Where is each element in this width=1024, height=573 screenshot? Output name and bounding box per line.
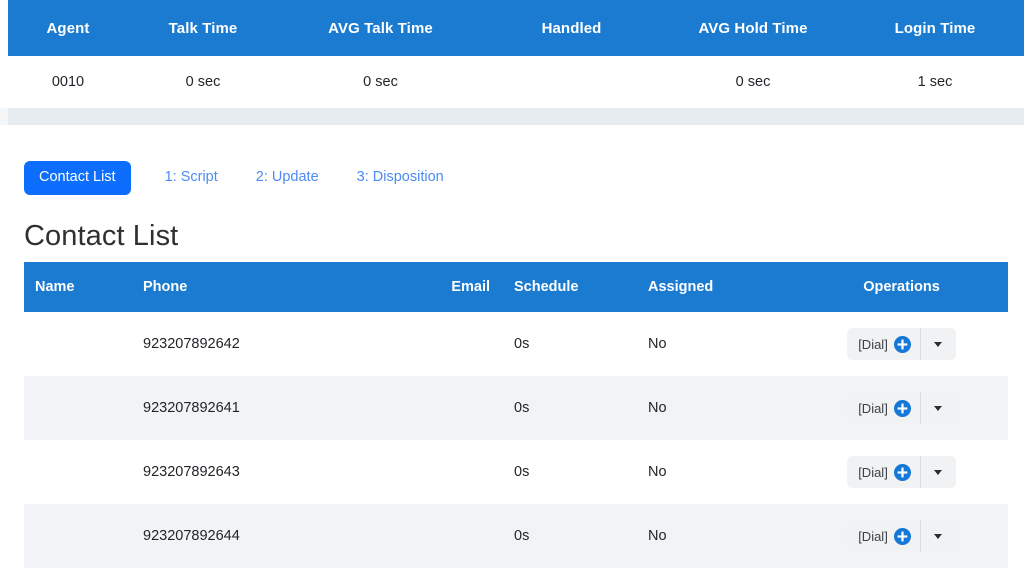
chevron-down-icon (934, 469, 943, 475)
tab-script[interactable]: 1: Script (165, 161, 218, 195)
contact-cell-schedule: 0s (490, 312, 625, 376)
dial-button-label: [Dial] (858, 528, 888, 544)
agent-stats-row: 0010 0 sec 0 sec 0 sec 1 sec (8, 56, 1024, 108)
table-row[interactable]: 923207892641 0s No [Dial] (24, 376, 1008, 440)
operations-button-group: [Dial] (847, 456, 956, 488)
contact-cell-email (426, 312, 490, 376)
circle-plus-icon (893, 335, 911, 353)
dial-button-label: [Dial] (858, 336, 888, 352)
contact-cell-phone: 923207892641 (126, 376, 426, 440)
contact-cell-operations: [Dial] (795, 376, 1008, 440)
table-row[interactable]: 923207892643 0s No [Dial] (24, 440, 1008, 504)
contact-cell-assigned: No (625, 504, 795, 568)
contact-list-header-row: Name Phone Email Schedule Assigned Opera… (24, 262, 1008, 312)
agent-cell-agent: 0010 (8, 56, 128, 108)
contact-cell-email (426, 376, 490, 440)
contact-cell-phone: 923207892644 (126, 504, 426, 568)
agent-stats-header-row: Agent Talk Time AVG Talk Time Handled AV… (8, 0, 1024, 56)
contact-cell-schedule: 0s (490, 376, 625, 440)
dial-options-dropdown-button[interactable] (919, 456, 956, 488)
contact-col-header-phone: Phone (143, 279, 188, 295)
section-separator (0, 108, 1024, 125)
agent-cell-login-time: 1 sec (846, 56, 1024, 108)
contact-cell-name (24, 504, 126, 568)
circle-plus-icon (893, 399, 911, 417)
contact-cell-name (24, 376, 126, 440)
tab-disposition[interactable]: 3: Disposition (357, 161, 444, 195)
agent-stats-table: Agent Talk Time AVG Talk Time Handled AV… (8, 0, 1024, 108)
tab-update[interactable]: 2: Update (256, 161, 319, 195)
contact-list-panel: Name Phone Email Schedule Assigned Opera… (24, 262, 1008, 568)
contact-col-header-assigned: Assigned (648, 279, 714, 295)
page-title: Contact List (24, 220, 179, 252)
dial-button-label: [Dial] (858, 400, 888, 416)
circle-plus-icon (893, 463, 911, 481)
contact-col-header-email: Email (451, 279, 490, 295)
dial-button[interactable]: [Dial] (847, 520, 920, 552)
table-row[interactable]: 923207892644 0s No [Dial] (24, 504, 1008, 568)
chevron-down-icon (934, 533, 943, 539)
dial-button[interactable]: [Dial] (847, 456, 920, 488)
circle-plus-icon (893, 527, 911, 545)
chevron-down-icon (934, 341, 943, 347)
agent-cell-handled (483, 56, 660, 108)
dial-button[interactable]: [Dial] (847, 328, 920, 360)
contact-cell-operations: [Dial] (795, 504, 1008, 568)
agent-col-header-avg-hold-time: AVG Hold Time (698, 19, 808, 37)
agent-col-header-login-time: Login Time (894, 19, 976, 37)
dial-options-dropdown-button[interactable] (919, 328, 956, 360)
tab-contact-list[interactable]: Contact List (24, 161, 131, 195)
contact-cell-schedule: 0s (490, 504, 625, 568)
contact-cell-assigned: No (625, 376, 795, 440)
contact-col-header-name: Name (35, 279, 75, 295)
contact-cell-phone: 923207892643 (126, 440, 426, 504)
chevron-down-icon (934, 405, 943, 411)
contact-cell-schedule: 0s (490, 440, 625, 504)
operations-button-group: [Dial] (847, 520, 956, 552)
contact-cell-assigned: No (625, 440, 795, 504)
contact-col-header-schedule: Schedule (514, 279, 579, 295)
dial-options-dropdown-button[interactable] (919, 520, 956, 552)
agent-stats-panel: Agent Talk Time AVG Talk Time Handled AV… (8, 0, 1024, 108)
contact-tabs: Contact List 1: Script 2: Update 3: Disp… (24, 161, 444, 195)
dial-button-label: [Dial] (858, 464, 888, 480)
operations-button-group: [Dial] (847, 328, 956, 360)
contact-list-table: Name Phone Email Schedule Assigned Opera… (24, 262, 1008, 568)
agent-cell-talk-time: 0 sec (128, 56, 278, 108)
contact-cell-operations: [Dial] (795, 440, 1008, 504)
agent-col-header-handled: Handled (541, 19, 602, 37)
contact-col-header-operations: Operations (863, 279, 940, 295)
contact-cell-phone: 923207892642 (126, 312, 426, 376)
agent-col-header-avg-talk-time: AVG Talk Time (328, 19, 433, 37)
contact-cell-operations: [Dial] (795, 312, 1008, 376)
agent-col-header-talk-time: Talk Time (168, 19, 238, 37)
agent-cell-avg-talk-time: 0 sec (278, 56, 483, 108)
agent-col-header-agent: Agent (46, 19, 90, 37)
contact-cell-email (426, 440, 490, 504)
table-row[interactable]: 923207892642 0s No [Dial] (24, 312, 1008, 376)
dial-button[interactable]: [Dial] (847, 392, 920, 424)
contact-cell-name (24, 312, 126, 376)
contact-cell-assigned: No (625, 312, 795, 376)
section-separator-edge (0, 108, 8, 125)
dial-options-dropdown-button[interactable] (919, 392, 956, 424)
agent-cell-avg-hold-time: 0 sec (660, 56, 846, 108)
operations-button-group: [Dial] (847, 392, 956, 424)
contact-cell-email (426, 504, 490, 568)
contact-cell-name (24, 440, 126, 504)
